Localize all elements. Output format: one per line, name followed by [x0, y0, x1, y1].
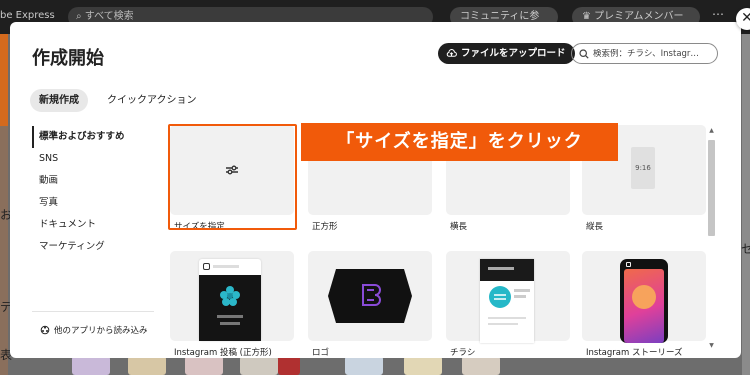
cloud-upload-icon	[446, 49, 457, 57]
placeholder-line	[514, 289, 530, 292]
apps-import-icon	[40, 325, 50, 335]
create-modal: 作成開始 ファイルをアップロード 新規作成 クイックアクション 標準およびおすす…	[10, 22, 741, 358]
placeholder-line	[220, 322, 240, 325]
background-template-tile	[185, 356, 223, 375]
tab-quick-actions[interactable]: クイックアクション	[98, 89, 206, 112]
instagram-icon	[203, 263, 210, 270]
highlight-frame	[168, 124, 297, 230]
background-search-placeholder: すべて検索	[84, 11, 134, 22]
template-search[interactable]	[571, 43, 718, 64]
card-thumbnail	[170, 251, 294, 341]
placeholder-line	[217, 315, 243, 318]
tab-new-create[interactable]: 新規作成	[30, 89, 88, 112]
story-circle	[632, 285, 656, 309]
badge-icon	[489, 286, 511, 308]
background-template-tile	[462, 356, 500, 375]
background-right-text-0: セ	[741, 242, 750, 256]
card-logo[interactable]: ロゴ	[308, 251, 432, 358]
close-icon: ✕	[741, 10, 750, 26]
background-app-logo: be Express	[0, 10, 55, 21]
card-label: Instagram ストーリーズ	[586, 348, 683, 358]
scroll-down-icon[interactable]: ▼	[708, 342, 715, 350]
background-template-tile	[345, 356, 383, 375]
flyer-mockup	[480, 259, 534, 343]
background-orange-strip	[0, 34, 8, 126]
upload-file-button[interactable]: ファイルをアップロード	[438, 43, 575, 64]
card-label: 横長	[450, 222, 468, 232]
background-left-panel	[0, 34, 8, 375]
template-search-input[interactable]	[593, 48, 713, 59]
logo-shape	[328, 269, 412, 323]
card-thumbnail	[308, 251, 432, 341]
modal-title: 作成開始	[32, 48, 104, 69]
card-thumbnail	[582, 251, 706, 343]
search-icon	[579, 48, 589, 59]
search-icon: ⌕	[76, 11, 85, 22]
card-flyer[interactable]: チラシ	[446, 251, 570, 358]
sidebar-item-recommended[interactable]: 標準およびおすすめ	[32, 126, 154, 148]
card-thumbnail	[446, 251, 570, 343]
card-instagram-story[interactable]: Instagram ストーリーズ	[582, 251, 706, 358]
placeholder-line	[488, 323, 518, 325]
card-label: Instagram 投稿 (正方形)	[174, 348, 272, 358]
portrait-ratio-label: 9:16	[631, 147, 655, 189]
sidebar-divider	[32, 311, 154, 312]
import-from-apps-link[interactable]: 他のアプリから読み込み	[40, 324, 148, 336]
crown-icon: ♛	[582, 11, 595, 22]
card-label: ロゴ	[312, 348, 330, 358]
flower-icon	[220, 286, 240, 306]
card-label: 正方形	[312, 222, 338, 232]
background-template-tile	[128, 356, 166, 375]
instagram-icon	[626, 262, 631, 267]
instagram-post-mockup	[199, 259, 261, 341]
grid-scrollbar[interactable]: ▲ ▼	[707, 126, 716, 352]
sidebar-item-marketing[interactable]: マーケティング	[32, 236, 154, 258]
sidebar-item-sns[interactable]: SNS	[32, 148, 154, 170]
sidebar-item-video[interactable]: 動画	[32, 170, 154, 192]
background-premium-label: プレミアムメンバー	[594, 11, 684, 22]
scroll-up-icon[interactable]: ▲	[708, 127, 715, 135]
category-sidebar: 標準およびおすすめ SNS 動画 写真 ドキュメント マーケティング	[32, 126, 154, 258]
background-template-tile	[404, 356, 442, 375]
background-right-panel	[742, 34, 750, 375]
background-template-tile	[278, 356, 300, 375]
sidebar-item-document[interactable]: ドキュメント	[32, 214, 154, 236]
placeholder-line	[488, 267, 514, 270]
modal-tabs: 新規作成 クイックアクション	[30, 89, 206, 112]
instruction-callout: 「サイズを指定」をクリック	[301, 123, 618, 161]
card-label: 縦長	[586, 222, 604, 232]
post-image	[199, 275, 261, 341]
placeholder-line	[488, 317, 526, 319]
background-template-tile	[240, 356, 278, 375]
background-template-tile	[72, 356, 110, 375]
placeholder-line	[514, 295, 526, 298]
import-from-apps-label: 他のアプリから読み込み	[54, 326, 148, 336]
more-icon: ⋯	[712, 7, 724, 21]
card-instagram-post[interactable]: Instagram 投稿 (正方形)	[170, 251, 294, 358]
upload-file-label: ファイルをアップロード	[461, 48, 566, 59]
story-image	[624, 269, 664, 343]
phone-mockup	[620, 259, 668, 343]
scrollbar-thumb[interactable]	[708, 140, 715, 236]
placeholder-line	[213, 265, 239, 268]
sidebar-item-photo[interactable]: 写真	[32, 192, 154, 214]
flyer-header	[480, 259, 534, 281]
card-label: チラシ	[450, 348, 476, 358]
